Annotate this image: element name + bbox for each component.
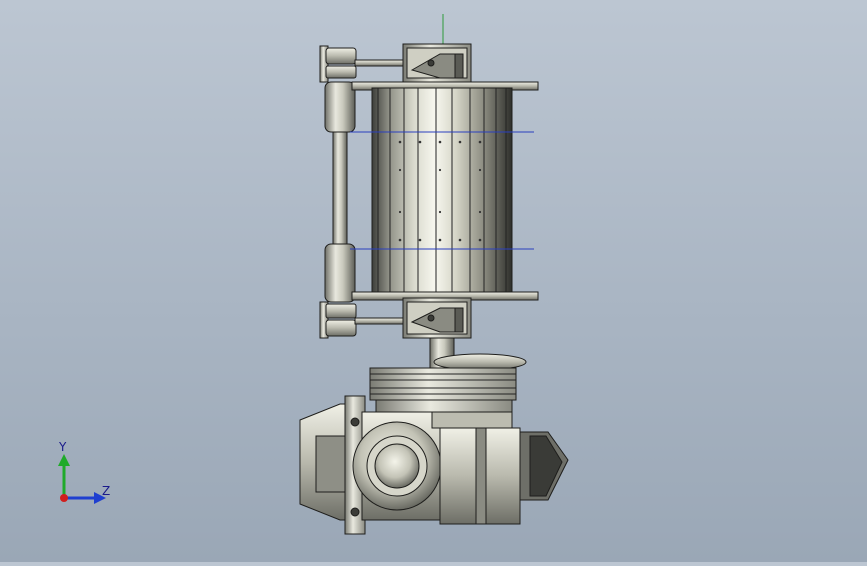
bottom-bearing-housing	[402, 297, 472, 339]
axis-triad: Y Z	[44, 438, 124, 518]
x-axis-dot	[60, 494, 68, 502]
cad-viewport[interactable]: Y Z	[0, 0, 867, 562]
gearbox	[299, 395, 569, 535]
z-axis-label: Z	[102, 484, 111, 498]
top-bearing-housing	[402, 43, 472, 83]
assembly-model[interactable]	[0, 0, 867, 562]
drum-roller	[350, 81, 539, 301]
y-axis-label: Y	[59, 440, 67, 454]
